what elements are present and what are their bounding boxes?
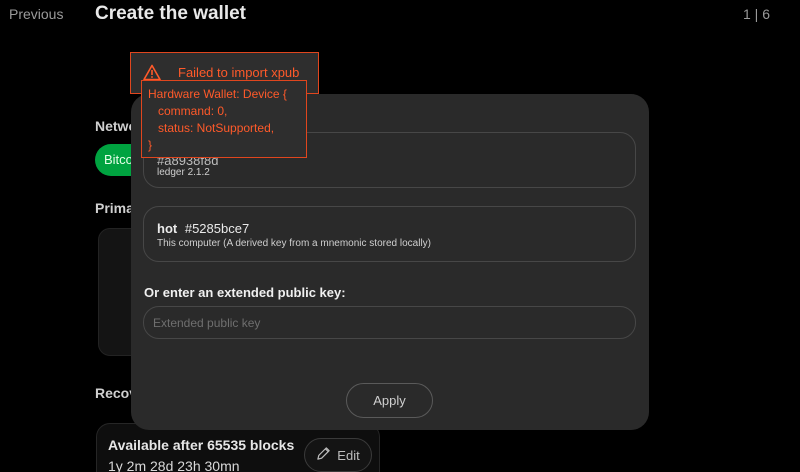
network-bitcoin-label: Bitco (104, 152, 133, 167)
primary-path-label: Prima (95, 200, 134, 216)
apply-label: Apply (373, 393, 406, 408)
xpub-input[interactable] (143, 306, 636, 339)
hot-key-title: hot #5285bce7 (157, 221, 249, 236)
xpub-label: Or enter an extended public key: (144, 285, 346, 300)
error-title: Failed to import xpub (178, 65, 300, 80)
edit-sequence-button[interactable]: Edit (304, 438, 372, 472)
hot-key-card[interactable]: hot #5285bce7 This computer (A derived k… (143, 206, 636, 262)
step-counter: 1 | 6 (743, 6, 770, 22)
hot-key-description: This computer (A derived key from a mnem… (157, 238, 431, 249)
apply-button[interactable]: Apply (346, 383, 433, 418)
hot-key-name: hot (157, 221, 178, 236)
recovery-timelock-title: Available after 65535 blocks (108, 437, 295, 453)
pencil-icon (316, 446, 331, 464)
error-detail: Hardware Wallet: Device { command: 0, st… (141, 80, 307, 158)
previous-button[interactable]: Previous (9, 6, 63, 22)
recovery-timelock-duration: 1y 2m 28d 23h 30mn (108, 458, 240, 472)
edit-label: Edit (337, 447, 360, 463)
page-title: Create the wallet (95, 3, 246, 24)
ledger-device-info: ledger 2.1.2 (157, 167, 210, 178)
hot-key-fingerprint: #5285bce7 (184, 221, 250, 236)
